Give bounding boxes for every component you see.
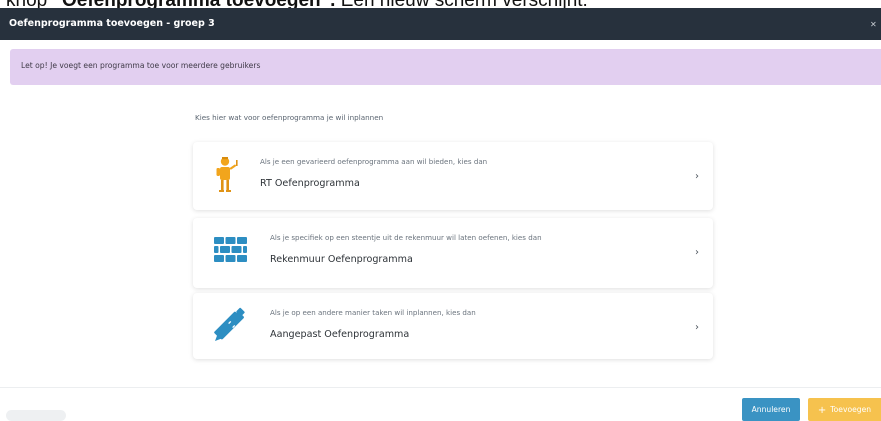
- option-title: RT Oefenprogramma: [260, 178, 360, 189]
- pencil-ruler-icon: [214, 307, 245, 341]
- alert-text: Let op! Je voegt een programma toe voor …: [21, 61, 261, 70]
- footer-divider: [0, 387, 881, 388]
- close-icon[interactable]: ✕: [870, 21, 877, 29]
- plus-icon: +: [817, 405, 827, 416]
- blurred-region: [6, 410, 66, 421]
- add-button[interactable]: + Toevoegen: [808, 398, 881, 421]
- option-card-rekenmuur[interactable]: Als je specifiek op een steentje uit de …: [193, 218, 713, 288]
- option-title: Rekenmuur Oefenprogramma: [270, 254, 413, 265]
- option-description: Als je op een andere manier taken wil in…: [270, 308, 476, 317]
- option-description: Als je specifiek op een steentje uit de …: [270, 233, 542, 242]
- option-title: Aangepast Oefenprogramma: [270, 329, 410, 340]
- modal-header: Oefenprogramma toevoegen - groep 3 ✕: [0, 8, 881, 40]
- multi-user-alert: Let op! Je voegt een programma toe voor …: [10, 49, 881, 85]
- option-card-rt[interactable]: Als je een gevarieerd oefenprogramma aan…: [193, 142, 713, 210]
- cancel-button[interactable]: Annuleren: [742, 398, 800, 421]
- option-card-aangepast[interactable]: Als je op een andere manier taken wil in…: [193, 293, 713, 359]
- cancel-button-label: Annuleren: [751, 405, 791, 414]
- chevron-right-icon: ›: [695, 171, 699, 182]
- chevron-right-icon: ›: [695, 322, 699, 333]
- intro-text: Kies hier wat voor oefenprogramma je wil…: [195, 113, 384, 122]
- add-button-label: Toevoegen: [830, 405, 872, 414]
- chevron-right-icon: ›: [695, 247, 699, 258]
- option-description: Als je een gevarieerd oefenprogramma aan…: [260, 157, 488, 166]
- modal-title: Oefenprogramma toevoegen - groep 3: [9, 18, 215, 29]
- brick-wall-icon: [214, 237, 247, 262]
- figure-icon: [216, 157, 238, 192]
